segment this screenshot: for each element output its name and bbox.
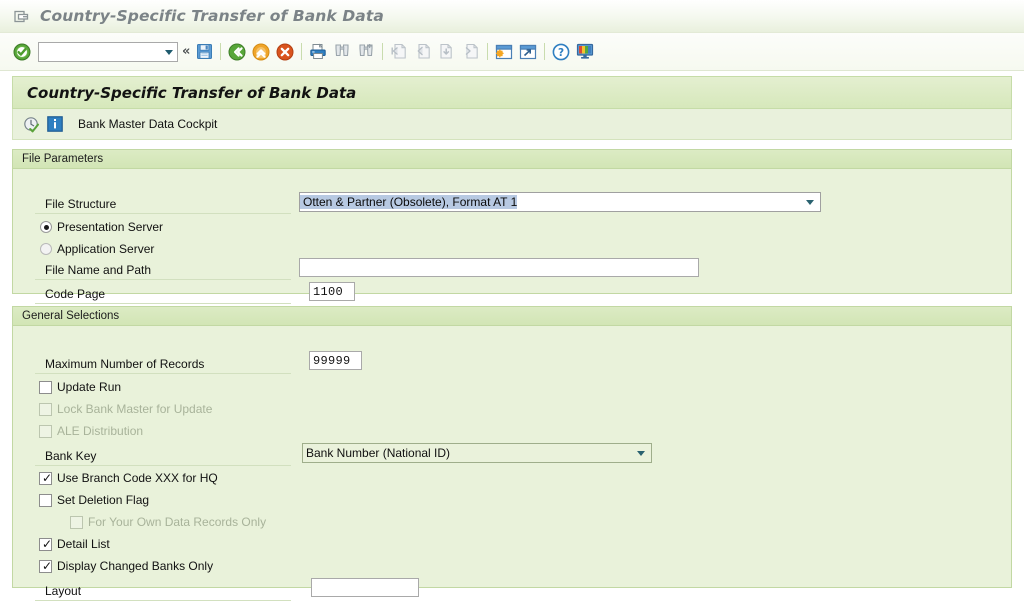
toolbar-separator: [382, 43, 384, 60]
use-branch-code-row[interactable]: ✓ Use Branch Code XXX for HQ: [39, 467, 218, 489]
last-page-button[interactable]: [460, 41, 482, 63]
next-page-button[interactable]: [436, 41, 458, 63]
svg-text:?: ?: [558, 47, 564, 59]
page-title: Country-Specific Transfer of Bank Data: [27, 83, 357, 102]
display-changed-banks-checkbox[interactable]: ✓: [39, 559, 52, 573]
find-next-button[interactable]: [355, 41, 377, 63]
update-run-row[interactable]: Update Run: [39, 376, 121, 398]
chevron-down-icon[interactable]: [637, 451, 645, 456]
layout-label: Layout: [45, 584, 82, 598]
command-field[interactable]: [38, 41, 178, 62]
screen-title-bar: Country-Specific Transfer of Bank Data: [12, 76, 1012, 109]
information-icon[interactable]: [46, 115, 64, 133]
ale-distribution-row: ALE Distribution: [39, 420, 143, 442]
window-title-bar: Country-Specific Transfer of Bank Data: [0, 0, 1024, 33]
create-session-button[interactable]: [493, 41, 515, 63]
execute-clock-check-icon[interactable]: [22, 115, 40, 133]
ale-distribution-checkbox: [39, 424, 52, 438]
lock-bank-master-label: Lock Bank Master for Update: [57, 402, 213, 416]
exit-button[interactable]: [250, 41, 272, 63]
file-parameters-panel: File Parameters File Structure Otten & P…: [12, 149, 1012, 304]
presentation-server-radio[interactable]: [40, 221, 52, 233]
bank-master-data-cockpit-label: Bank Master Data Cockpit: [78, 117, 218, 131]
application-server-radio-row[interactable]: Application Server: [40, 238, 154, 260]
lock-bank-master-row: Lock Bank Master for Update: [39, 398, 212, 420]
previous-page-button[interactable]: [412, 41, 434, 63]
detail-list-label: Detail List: [57, 537, 110, 551]
layout-input[interactable]: [311, 578, 419, 597]
help-button[interactable]: ?: [550, 41, 572, 63]
update-run-checkbox[interactable]: [39, 380, 52, 394]
bank-key-label: Bank Key: [45, 449, 97, 463]
application-toolbar: Bank Master Data Cockpit: [12, 109, 1012, 140]
command-input[interactable]: [39, 43, 159, 60]
file-name-path-input[interactable]: [299, 258, 699, 277]
use-branch-code-checkbox[interactable]: ✓: [39, 471, 52, 485]
detail-list-checkbox[interactable]: ✓: [39, 537, 52, 551]
file-structure-dropdown[interactable]: Otten & Partner (Obsolete), Format AT 1: [299, 192, 821, 212]
own-data-records-label: For Your Own Data Records Only: [88, 515, 267, 529]
set-deletion-flag-checkbox[interactable]: [39, 493, 52, 507]
bank-key-row: Bank Key: [45, 445, 96, 467]
window-title: Country-Specific Transfer of Bank Data: [40, 7, 384, 25]
print-button[interactable]: [307, 41, 329, 63]
cancel-button[interactable]: [274, 41, 296, 63]
toolbar-separator: [220, 43, 222, 60]
toolbar-separator: [301, 43, 303, 60]
save-button[interactable]: [193, 41, 215, 63]
first-page-button[interactable]: [388, 41, 410, 63]
update-run-label: Update Run: [57, 380, 122, 394]
chevron-down-icon[interactable]: [165, 49, 173, 55]
own-data-records-row: For Your Own Data Records Only: [70, 511, 266, 533]
presentation-server-label: Presentation Server: [57, 220, 164, 234]
lock-bank-master-checkbox: [39, 402, 52, 416]
max-records-row: Maximum Number of Records: [45, 353, 204, 375]
general-selections-panel: General Selections Maximum Number of Rec…: [12, 306, 1012, 601]
max-records-input[interactable]: 99999: [309, 351, 362, 370]
file-structure-row: File Structure: [45, 193, 116, 215]
enter-button[interactable]: [11, 41, 33, 63]
use-branch-code-label: Use Branch Code XXX for HQ: [57, 471, 218, 485]
code-page-label: Code Page: [45, 287, 106, 301]
ale-distribution-label: ALE Distribution: [57, 424, 144, 438]
file-name-path-row: File Name and Path: [45, 259, 151, 281]
find-button[interactable]: [331, 41, 353, 63]
set-deletion-flag-row[interactable]: Set Deletion Flag: [39, 489, 149, 511]
application-server-label: Application Server: [57, 242, 155, 256]
chevron-down-icon[interactable]: [806, 200, 814, 205]
toolbar-separator: [487, 43, 489, 60]
open-folder-arrow-icon: [14, 9, 30, 23]
code-page-value: 1100: [313, 284, 344, 299]
customize-layout-button[interactable]: [574, 41, 596, 63]
system-toolbar: « ?: [0, 33, 1024, 71]
display-changed-banks-row[interactable]: ✓ Display Changed Banks Only: [39, 555, 213, 577]
bank-key-dropdown[interactable]: Bank Number (National ID): [302, 443, 652, 463]
code-page-input[interactable]: 1100: [309, 282, 355, 301]
presentation-server-radio-row[interactable]: Presentation Server: [40, 216, 163, 238]
display-changed-banks-label: Display Changed Banks Only: [57, 559, 214, 573]
file-structure-value: Otten & Partner (Obsolete), Format AT 1: [300, 195, 518, 209]
max-records-value: 99999: [313, 353, 351, 368]
layout-row: Layout: [45, 580, 81, 602]
code-page-row: Code Page: [45, 283, 105, 305]
file-name-path-label: File Name and Path: [45, 263, 152, 277]
application-server-radio[interactable]: [40, 243, 52, 255]
create-shortcut-button[interactable]: [517, 41, 539, 63]
set-deletion-flag-label: Set Deletion Flag: [57, 493, 150, 507]
max-records-label: Maximum Number of Records: [45, 357, 205, 371]
bank-key-value: Bank Number (National ID): [306, 446, 451, 460]
own-data-records-checkbox: [70, 515, 83, 529]
file-parameters-header: File Parameters: [13, 150, 1011, 169]
toolbar-separator: [544, 43, 546, 60]
detail-list-row[interactable]: ✓ Detail List: [39, 533, 110, 555]
back-button[interactable]: [226, 41, 248, 63]
file-structure-label: File Structure: [45, 197, 117, 211]
toolbar-collapse-icon[interactable]: «: [180, 44, 192, 59]
general-selections-header: General Selections: [13, 307, 1011, 326]
